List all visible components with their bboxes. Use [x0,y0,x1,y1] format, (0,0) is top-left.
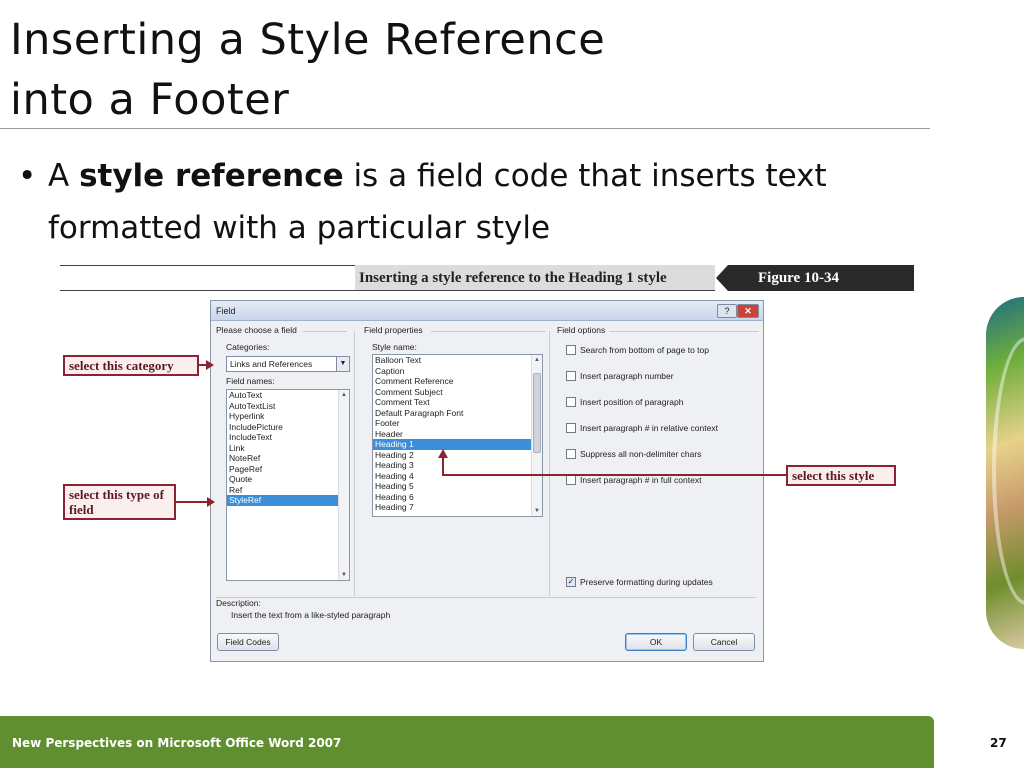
field-names-scrollbar[interactable]: ▲ ▼ [338,390,349,580]
list-item[interactable]: NoteRef [227,453,349,464]
list-item[interactable]: Heading 7 [373,502,542,513]
callout-select-field-type: select this type of field [63,484,176,520]
list-item[interactable]: Default Paragraph Font [373,408,542,419]
option-label: Insert paragraph # in full context [580,475,702,485]
column-separator-1 [354,331,355,596]
callout-style-riser [442,456,444,476]
scroll-down-icon[interactable]: ▼ [532,506,542,516]
field-dialog: Field ? ✕ Please choose a field Categori… [210,300,764,662]
option-checkbox[interactable] [566,345,576,355]
list-item[interactable]: IncludePicture [227,422,349,433]
group-line-middle [431,331,546,332]
list-item[interactable]: Heading 5 [373,481,542,492]
list-item[interactable]: PageRef [227,464,349,475]
choose-field-label: Please choose a field [216,325,297,335]
list-item[interactable]: Balloon Text [373,355,542,366]
list-item[interactable]: Heading 2 [373,450,542,461]
scroll-up-icon[interactable]: ▲ [339,390,349,400]
style-names-scrollbar[interactable]: ▲ ▼ [531,355,542,516]
list-item[interactable]: Footer [373,418,542,429]
list-item[interactable]: Heading 3 [373,460,542,471]
field-names-label: Field names: [226,376,275,386]
arrow-up-icon [438,449,448,458]
description-label: Description: [216,598,261,608]
scroll-down-icon[interactable]: ▼ [339,570,349,580]
option-checkbox[interactable] [566,371,576,381]
list-item[interactable]: Header [373,429,542,440]
figure-label: Figure 10-34 [716,265,914,291]
callout-select-category: select this category [63,355,199,376]
arrow-right-icon [206,360,214,370]
bullet-point: • A style reference is a field code that… [18,150,948,254]
option-label: Suppress all non-delimiter chars [580,449,702,459]
group-line-right [609,331,759,332]
categories-dropdown[interactable]: Links and References ▼ [226,356,350,372]
option-label: Insert paragraph # in relative context [580,423,718,433]
list-item[interactable]: AutoText [227,390,349,401]
field-names-list[interactable]: AutoText AutoTextList Hyperlink IncludePict… [226,389,350,581]
field-codes-button[interactable]: Field Codes [217,633,279,651]
callout-field-type-line [176,501,208,503]
decorative-peacock-image [986,297,1024,649]
group-line-left [303,331,347,332]
list-item[interactable]: Ref [227,485,349,496]
list-item[interactable]: Heading 1 [373,439,542,450]
list-item[interactable]: Comment Text [373,397,542,408]
style-names-list[interactable]: Balloon Text Caption Comment Reference Comm… [372,354,543,517]
option-label: Search from bottom of page to top [580,345,709,355]
bullet-icon: • [18,158,37,194]
figure-rule-top [60,265,355,266]
option-checkbox[interactable] [566,449,576,459]
list-item[interactable]: Hyperlink [227,411,349,422]
option-checkbox[interactable] [566,397,576,407]
option-label: Insert paragraph number [580,371,674,381]
preserve-formatting-label: Preserve formatting during updates [580,577,713,587]
ok-button[interactable]: OK [625,633,687,651]
option-checkbox[interactable] [566,423,576,433]
field-options-label: Field options [557,325,606,335]
column-separator-2 [549,331,550,596]
slide-title: Inserting a Style Reference into a Foote… [10,10,605,130]
categories-value: Links and References [230,359,313,369]
option-label: Insert position of paragraph [580,397,684,407]
list-item[interactable]: Quote [227,474,349,485]
chevron-down-icon[interactable]: ▼ [336,357,349,371]
option-checkbox[interactable] [566,475,576,485]
list-item[interactable]: StyleRef [227,495,349,506]
list-item[interactable]: Link [227,443,349,454]
scroll-up-icon[interactable]: ▲ [532,355,542,365]
bullet-text: A style reference is a field code that i… [18,150,948,254]
list-item[interactable]: IncludeText [227,432,349,443]
callout-select-style: select this style [786,465,896,486]
dialog-titlebar: Field [211,301,763,321]
list-item[interactable]: Comment Subject [373,387,542,398]
arrow-right-icon [207,497,215,507]
dialog-title: Field [216,306,236,316]
title-divider [0,128,930,129]
figure-rule-bottom [60,290,715,291]
categories-label: Categories: [226,342,270,352]
list-item[interactable]: Caption [373,366,542,377]
title-line-1: Inserting a Style Reference [10,15,606,65]
list-item[interactable]: Heading 6 [373,492,542,503]
list-item[interactable]: Comment Reference [373,376,542,387]
style-name-label: Style name: [372,342,417,352]
list-item[interactable]: AutoTextList [227,401,349,412]
cancel-button[interactable]: Cancel [693,633,755,651]
description-text: Insert the text from a like-styled parag… [231,610,391,620]
callout-style-line [443,474,786,476]
title-line-2: into a Footer [10,75,290,125]
preserve-formatting-checkbox[interactable]: ✓ [566,577,576,587]
scroll-thumb[interactable] [533,373,541,453]
bullet-prefix: A [48,158,80,194]
page-number: 27 [990,736,1007,750]
field-properties-label: Field properties [364,325,423,335]
description-divider [216,597,756,598]
figure-caption: Inserting a style reference to the Headi… [355,265,715,291]
footer-text: New Perspectives on Microsoft Office Wor… [12,736,342,750]
help-button[interactable]: ? [717,304,737,318]
bullet-bold-term: style reference [79,158,344,194]
close-button[interactable]: ✕ [737,304,759,318]
